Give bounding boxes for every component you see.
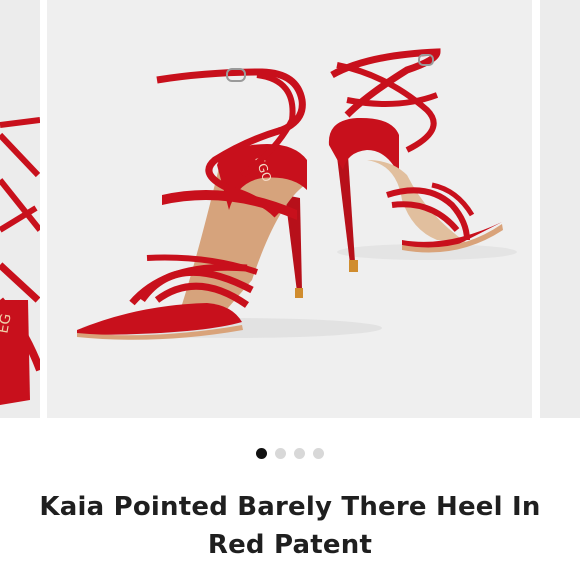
pagination-dot-4[interactable] bbox=[313, 448, 324, 459]
image-carousel[interactable]: EG EGO bbox=[0, 0, 580, 425]
carousel-prev-slide[interactable]: EG bbox=[0, 0, 40, 418]
pagination-dot-3[interactable] bbox=[294, 448, 305, 459]
prev-slide-image: EG bbox=[0, 0, 40, 418]
product-image: EGO bbox=[47, 0, 532, 418]
carousel-main-slide[interactable]: EGO bbox=[47, 0, 532, 418]
product-title: Kaia Pointed Barely There Heel In Red Pa… bbox=[39, 492, 541, 560]
carousel-next-slide[interactable] bbox=[540, 0, 580, 418]
pagination-dot-2[interactable] bbox=[275, 448, 286, 459]
pagination-dot-1[interactable] bbox=[256, 448, 267, 459]
carousel-pagination bbox=[0, 448, 580, 459]
